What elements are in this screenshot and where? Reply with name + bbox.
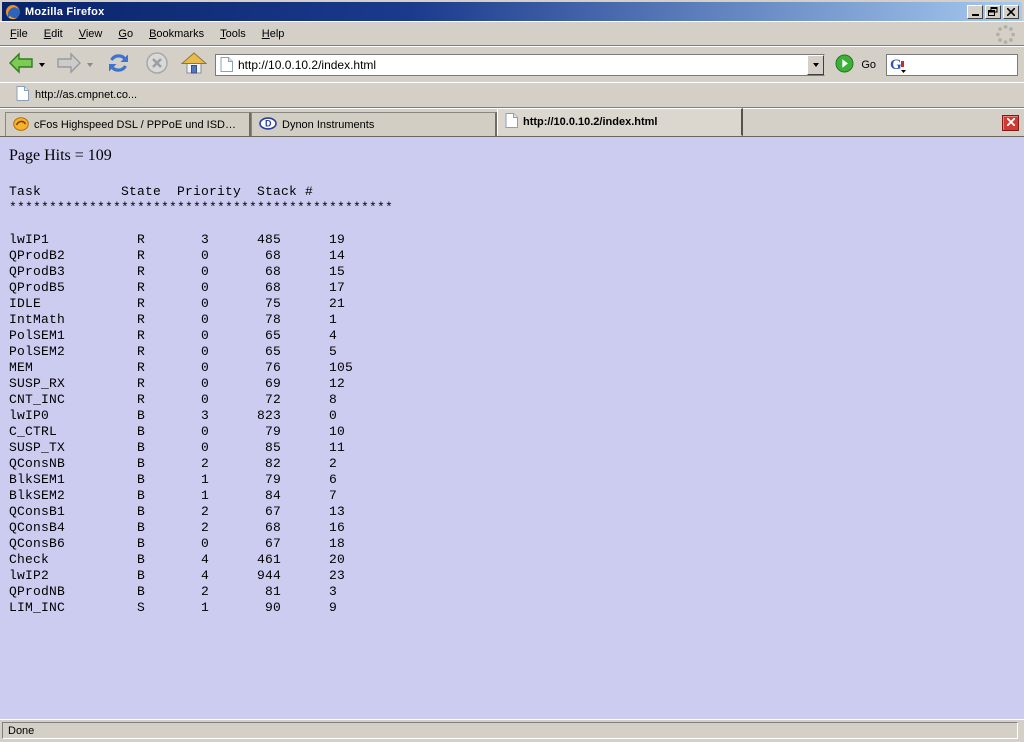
home-icon — [181, 52, 207, 78]
tab-dynon[interactable]: D Dynon Instruments — [251, 112, 497, 136]
stop-icon — [145, 51, 169, 78]
menu-go[interactable]: Go — [110, 24, 141, 44]
menu-bar: File Edit View Go Bookmarks Tools Help — [0, 21, 1024, 46]
chevron-down-icon — [39, 63, 45, 67]
throbber-icon — [995, 24, 1016, 50]
menu-edit[interactable]: Edit — [36, 24, 71, 44]
page-hits-text: Page Hits = 109 — [9, 147, 1024, 165]
reload-icon — [106, 51, 131, 78]
page-icon — [16, 86, 29, 104]
task-table: Task State Priority Stack # ************… — [9, 184, 1024, 616]
chevron-down-icon — [87, 63, 93, 67]
restore-button[interactable] — [985, 5, 1001, 19]
back-button[interactable] — [6, 49, 36, 80]
dynon-icon: D — [259, 117, 277, 133]
search-input[interactable] — [910, 57, 1017, 73]
restore-icon — [988, 4, 998, 19]
tab-label: cFos Highspeed DSL / PPPoE und ISDN CAP.… — [34, 119, 242, 131]
close-icon — [1007, 4, 1015, 19]
forward-arrow-icon — [56, 51, 82, 78]
tab-current[interactable]: http://10.0.10.2/index.html — [497, 108, 743, 136]
page-icon — [220, 57, 233, 72]
browser-window: Mozilla Firefox File Edit View Go Bookma… — [0, 0, 1024, 742]
bookmark-label: http://as.cmpnet.co... — [35, 89, 137, 101]
svg-text:D: D — [265, 118, 272, 128]
bookmark-item[interactable]: http://as.cmpnet.co... — [10, 84, 143, 106]
close-tab-button[interactable] — [1002, 115, 1019, 131]
titlebar[interactable]: Mozilla Firefox — [2, 2, 1022, 21]
url-dropdown-button[interactable] — [807, 55, 824, 75]
close-icon — [1007, 118, 1015, 129]
navigation-toolbar: Go G — [0, 46, 1024, 82]
reload-button[interactable] — [104, 49, 133, 80]
go-label[interactable]: Go — [861, 59, 876, 71]
url-input[interactable] — [238, 56, 807, 74]
page-content: Page Hits = 109 Task State Priority Stac… — [0, 137, 1024, 719]
minimize-icon — [972, 14, 979, 16]
go-icon — [835, 54, 854, 76]
forward-button[interactable] — [54, 49, 84, 80]
search-bar: G — [886, 54, 1018, 76]
tab-bar: cFos Highspeed DSL / PPPoE und ISDN CAP.… — [0, 108, 1024, 137]
tab-label: http://10.0.10.2/index.html — [523, 116, 657, 128]
menu-file[interactable]: File — [2, 24, 36, 44]
back-dropdown-button[interactable] — [36, 61, 48, 69]
menu-help[interactable]: Help — [254, 24, 293, 44]
menu-view[interactable]: View — [71, 24, 111, 44]
tab-label: Dynon Instruments — [282, 119, 374, 131]
firefox-icon — [5, 4, 21, 20]
menu-tools[interactable]: Tools — [212, 24, 254, 44]
status-text: Done — [8, 725, 34, 737]
back-arrow-icon — [8, 51, 34, 78]
close-button[interactable] — [1003, 5, 1019, 19]
minimize-button[interactable] — [967, 5, 983, 19]
stop-button[interactable] — [143, 49, 171, 80]
tab-cfos[interactable]: cFos Highspeed DSL / PPPoE und ISDN CAP.… — [5, 112, 251, 136]
home-button[interactable] — [179, 50, 209, 80]
go-button[interactable] — [833, 52, 856, 78]
search-engine-icon[interactable]: G — [890, 56, 907, 73]
menu-bookmarks[interactable]: Bookmarks — [141, 24, 212, 44]
status-bar: Done — [0, 719, 1024, 742]
url-bar — [215, 54, 825, 76]
svg-text:G: G — [890, 57, 902, 73]
page-icon — [505, 113, 518, 131]
status-panel: Done — [2, 722, 1018, 739]
bookmarks-toolbar: http://as.cmpnet.co... — [0, 82, 1024, 108]
window-title: Mozilla Firefox — [25, 6, 965, 18]
chevron-down-icon — [813, 63, 819, 67]
forward-dropdown-button[interactable] — [84, 61, 96, 69]
cfos-icon — [13, 116, 29, 134]
